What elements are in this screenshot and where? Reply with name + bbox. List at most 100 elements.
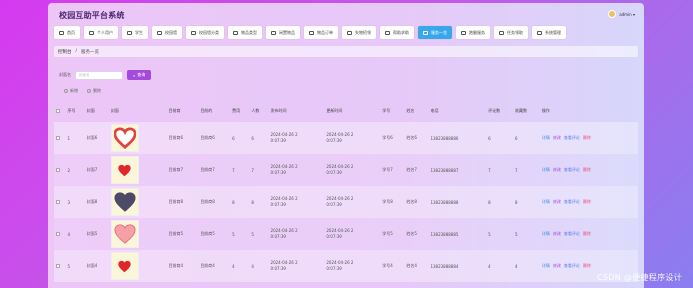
column-header: 封面 bbox=[86, 108, 95, 113]
cell-pic bbox=[108, 154, 167, 186]
row-checkbox-cell[interactable] bbox=[54, 122, 66, 154]
cover-image bbox=[110, 252, 139, 280]
cell-name: 封面5 bbox=[84, 218, 109, 250]
cell-count: 6 bbox=[249, 122, 269, 154]
nav-item-5[interactable]: 物品类型 bbox=[228, 26, 262, 39]
user-menu[interactable]: admin ▾ bbox=[608, 10, 635, 18]
table-header: 序号 封面 封面 目前商 目前的 费用 人数 发布时间 更新时间 学号 姓名 电话 评论数 收藏数 操作 bbox=[54, 100, 638, 122]
add-button[interactable]: 新增 bbox=[64, 88, 78, 94]
nav-item-3[interactable]: 校园墙 bbox=[152, 26, 182, 39]
search-input[interactable]: 封面名 bbox=[75, 70, 123, 80]
row-checkbox-cell[interactable] bbox=[54, 218, 66, 250]
cell-fav: 4 bbox=[513, 250, 540, 282]
select-all-checkbox[interactable] bbox=[54, 100, 66, 122]
nav-item-label: 学生 bbox=[135, 29, 143, 35]
cell-fav: 5 bbox=[513, 218, 540, 250]
column-header: 姓名 bbox=[406, 108, 415, 113]
row-checkbox-cell[interactable] bbox=[54, 250, 66, 282]
row-checkbox[interactable] bbox=[56, 263, 60, 268]
search-label: 封面名 bbox=[59, 72, 71, 77]
run-icon bbox=[461, 30, 466, 35]
nav-item-label: 物品类型 bbox=[241, 29, 257, 35]
cell-no: 2 bbox=[65, 154, 85, 186]
delete-link[interactable]: 删除 bbox=[583, 167, 591, 173]
detail-link[interactable]: 详情 bbox=[542, 135, 550, 141]
row-checkbox[interactable] bbox=[56, 199, 60, 204]
grid-icon bbox=[157, 30, 162, 35]
nav-item-8[interactable]: 失物招领 bbox=[342, 26, 376, 39]
cell-fee: 6 bbox=[230, 122, 250, 154]
cell-fav: 8 bbox=[513, 186, 540, 218]
row-checkbox[interactable] bbox=[56, 167, 60, 172]
delete-link[interactable]: 删除 bbox=[583, 135, 591, 141]
cell-count: 8 bbox=[249, 186, 269, 218]
column-header: 封面 bbox=[110, 108, 119, 113]
search-button[interactable]: ⌕ 查询 bbox=[127, 70, 152, 80]
list-icon bbox=[191, 30, 196, 35]
checkbox[interactable] bbox=[56, 108, 60, 113]
cell-pic bbox=[108, 250, 167, 282]
nav-item-7[interactable]: 物品订单 bbox=[304, 26, 338, 39]
box-icon bbox=[271, 30, 276, 35]
detail-link[interactable]: 详情 bbox=[542, 263, 550, 269]
breadcrumb-home[interactable]: 控制台 bbox=[58, 49, 72, 55]
row-operations: 详情 修改 查看评论 删除 bbox=[539, 186, 638, 218]
nav-item-label: 任务领取 bbox=[507, 29, 523, 35]
row-checkbox-cell[interactable] bbox=[54, 186, 66, 218]
nav-item-9[interactable]: 帮助求助 bbox=[380, 26, 414, 39]
grid-icon bbox=[347, 30, 352, 35]
edit-link[interactable]: 修改 bbox=[553, 199, 561, 205]
row-checkbox-cell[interactable] bbox=[54, 154, 66, 186]
delete-button[interactable]: 删除 bbox=[87, 88, 101, 94]
operation-links: 详情 修改 查看评论 删除 bbox=[542, 167, 638, 173]
detail-link[interactable]: 详情 bbox=[542, 199, 550, 205]
column-header: 学号 bbox=[382, 108, 391, 113]
nav-item-1[interactable]: 个人用户 bbox=[84, 26, 118, 39]
delete-link[interactable]: 删除 bbox=[583, 199, 591, 205]
table-row: 1 封面6 目前商6 目前商6 6 6 2024-04-26 2 0:07:39 2024-0… bbox=[54, 122, 638, 154]
cell-phone: 13823888888 bbox=[428, 186, 487, 218]
cell-sid: 学号8 bbox=[380, 186, 405, 218]
view-comments-link[interactable]: 查看评论 bbox=[564, 167, 580, 173]
nav-item-12[interactable]: 任务领取 bbox=[494, 26, 528, 39]
user-name: admin ▾ bbox=[619, 11, 635, 17]
detail-link[interactable]: 详情 bbox=[542, 231, 550, 237]
title-bar: 校园互助平台系统 admin ▾ bbox=[48, 3, 644, 25]
nav-item-0[interactable]: 首页 bbox=[54, 26, 80, 39]
cell-pub: 2024-04-26 2 0:07:39 bbox=[268, 154, 325, 186]
cell-c: 7 bbox=[486, 154, 514, 186]
table-row: 4 封面5 目前商5 目前商5 5 5 2024-04-26 2 0:07:39 2024-0… bbox=[54, 218, 638, 250]
row-checkbox[interactable] bbox=[56, 231, 60, 236]
column-header: 评论数 bbox=[488, 108, 501, 113]
cell-count: 5 bbox=[249, 218, 269, 250]
cell-f2: 目前商7 bbox=[198, 154, 231, 186]
search-icon: ⌕ bbox=[133, 72, 136, 78]
edit-link[interactable]: 修改 bbox=[553, 167, 561, 173]
nav-item-11[interactable]: 跑腿服务 bbox=[456, 26, 490, 39]
cell-pub: 2024-04-26 2 0:07:39 bbox=[268, 250, 325, 282]
delete-link[interactable]: 删除 bbox=[583, 231, 591, 237]
edit-link[interactable]: 修改 bbox=[553, 135, 561, 141]
nav-item-2[interactable]: 学生 bbox=[122, 26, 148, 39]
nav-item-label: 个人用户 bbox=[97, 29, 113, 35]
row-checkbox[interactable] bbox=[56, 135, 60, 140]
view-comments-link[interactable]: 查看评论 bbox=[564, 135, 580, 141]
view-comments-link[interactable]: 查看评论 bbox=[564, 263, 580, 269]
nav-item-13[interactable]: 系统管理 bbox=[532, 26, 566, 39]
delete-link[interactable]: 删除 bbox=[583, 263, 591, 269]
edit-link[interactable]: 修改 bbox=[553, 231, 561, 237]
view-comments-link[interactable]: 查看评论 bbox=[564, 199, 580, 205]
cell-upd: 2024-04-26 2 0:07:39 bbox=[324, 186, 381, 218]
nav-item-10[interactable]: 服务一览 bbox=[418, 26, 452, 39]
detail-link[interactable]: 详情 bbox=[542, 167, 550, 173]
edit-link[interactable]: 修改 bbox=[553, 263, 561, 269]
cell-c: 6 bbox=[486, 122, 514, 154]
cell-f1: 目前商8 bbox=[166, 186, 199, 218]
nav-item-label: 校园墙 bbox=[165, 29, 177, 35]
view-comments-link[interactable]: 查看评论 bbox=[564, 231, 580, 237]
heart-red-icon bbox=[118, 164, 132, 176]
nav-item-4[interactable]: 校园墙分类 bbox=[186, 26, 224, 39]
nav-item-6[interactable]: 闲置物品 bbox=[266, 26, 300, 39]
column-header: 收藏数 bbox=[515, 108, 528, 113]
add-label: 新增 bbox=[70, 88, 78, 93]
